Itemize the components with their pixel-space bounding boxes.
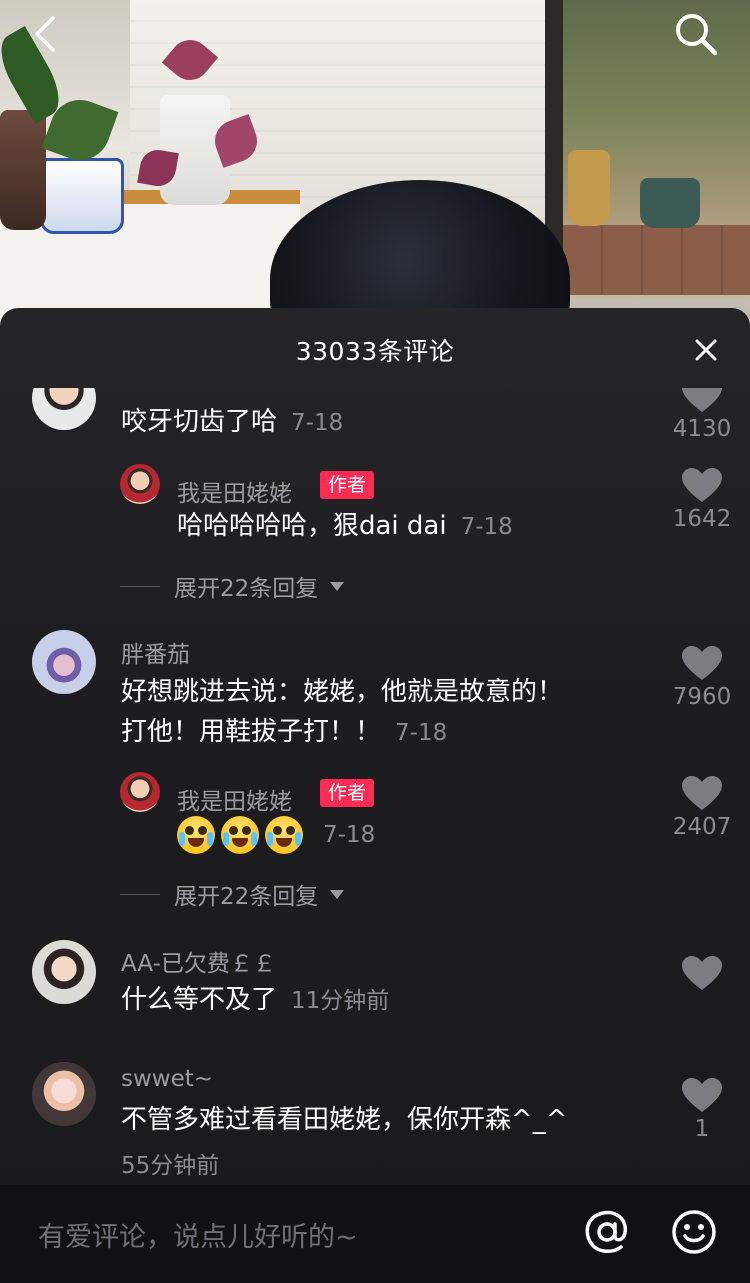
sheet-header: 33033条评论 [0, 308, 750, 388]
chevron-down-icon [330, 889, 345, 899]
crying-laughing-emoji [221, 815, 259, 854]
like-button[interactable]: 4130 [662, 388, 742, 442]
expand-replies-button[interactable]: 展开22条回复 [120, 569, 345, 603]
expand-replies-label: 展开22条回复 [174, 884, 319, 910]
heart-icon [682, 468, 722, 502]
like-button[interactable]: 1642 [662, 468, 742, 532]
avatar[interactable] [120, 772, 160, 812]
comment-time: 7-18 [291, 410, 344, 436]
emoji-button[interactable] [669, 1207, 719, 1257]
close-icon [695, 339, 717, 361]
like-button[interactable] [662, 956, 742, 992]
comment-username[interactable]: AA-已欠费￡￡ [121, 944, 276, 978]
flower-pot [568, 150, 610, 226]
comment-text: 好想跳进去说：姥姥，他就是故意的！ [121, 677, 564, 707]
comment-text: 不管多难过看看田姥姥，保你开森^_^ [121, 1105, 568, 1135]
like-count: 4130 [672, 416, 732, 442]
comment-time: 7-18 [323, 822, 376, 848]
back-icon [35, 16, 55, 52]
expand-replies-label: 展开22条回复 [174, 576, 319, 602]
comment-text: 打他！用鞋拔子打！！ 7-18 [121, 717, 448, 747]
comment-username[interactable]: 我是田姥姥 [177, 474, 292, 508]
flower-pot [640, 178, 700, 228]
comment-username[interactable]: swwet~ [121, 1066, 213, 1092]
comment-text: 什么等不及了 11分钟前 [121, 985, 390, 1015]
comment-time: 7-18 [395, 720, 448, 746]
at-icon [585, 1210, 628, 1253]
back-button[interactable] [20, 8, 72, 60]
search-icon [676, 14, 718, 56]
heart-icon [682, 956, 722, 990]
comment-text: 7-18 [177, 814, 375, 855]
like-count: 1642 [672, 506, 732, 532]
heart-icon [682, 1078, 722, 1112]
like-count: 2407 [672, 814, 732, 840]
window-sill [563, 225, 750, 295]
comment-time: 7-18 [460, 514, 513, 540]
author-badge: 作者 [320, 471, 375, 499]
comment-count-title: 33033条评论 [295, 337, 455, 366]
avatar[interactable] [32, 1062, 96, 1126]
mention-button[interactable] [582, 1207, 632, 1257]
avatar[interactable] [32, 940, 96, 1004]
crying-laughing-emoji [265, 815, 303, 854]
author-badge: 作者 [320, 779, 375, 807]
expand-replies-button[interactable]: 展开22条回复 [120, 877, 345, 911]
heart-icon [682, 388, 722, 412]
avatar[interactable] [32, 388, 96, 430]
comment-time: 55分钟前 [121, 1153, 220, 1179]
flower-pot [40, 158, 124, 234]
like-button[interactable]: 7960 [662, 646, 742, 710]
avatar[interactable] [32, 630, 96, 694]
like-button[interactable]: 1 [662, 1078, 742, 1142]
video-background [0, 0, 750, 330]
close-button[interactable] [688, 332, 724, 368]
comment-username[interactable]: 胖番茄 [121, 635, 190, 669]
flower-pot [0, 110, 46, 230]
comment-sheet: 33033条评论 咬牙切齿了哈 7-18 4130 我是田姥姥 作者 哈哈哈哈哈，… [0, 308, 750, 1283]
heart-icon [682, 776, 722, 810]
like-count: 7960 [672, 684, 732, 710]
comment-input[interactable]: 有爱评论，说点儿好听的~ [38, 1215, 358, 1254]
heart-icon [682, 646, 722, 680]
comment-text: 咬牙切齿了哈 7-18 [121, 407, 344, 437]
divider-line [120, 893, 160, 895]
like-button[interactable]: 2407 [662, 776, 742, 840]
comment-list[interactable]: 咬牙切齿了哈 7-18 4130 我是田姥姥 作者 哈哈哈哈哈，狠dai dai 7… [0, 388, 750, 1188]
chevron-down-icon [330, 581, 345, 591]
comment-text: 哈哈哈哈哈，狠dai dai 7-18 [177, 511, 513, 541]
comment-time: 11分钟前 [291, 988, 390, 1014]
divider-line [120, 585, 160, 587]
crying-laughing-emoji [177, 815, 215, 854]
search-button[interactable] [670, 8, 722, 60]
comment-input-bar: 有爱评论，说点儿好听的~ [0, 1185, 750, 1283]
avatar[interactable] [120, 464, 160, 504]
like-count: 1 [694, 1116, 710, 1142]
emoji-icon [672, 1210, 716, 1254]
comment-username[interactable]: 我是田姥姥 [177, 782, 292, 816]
